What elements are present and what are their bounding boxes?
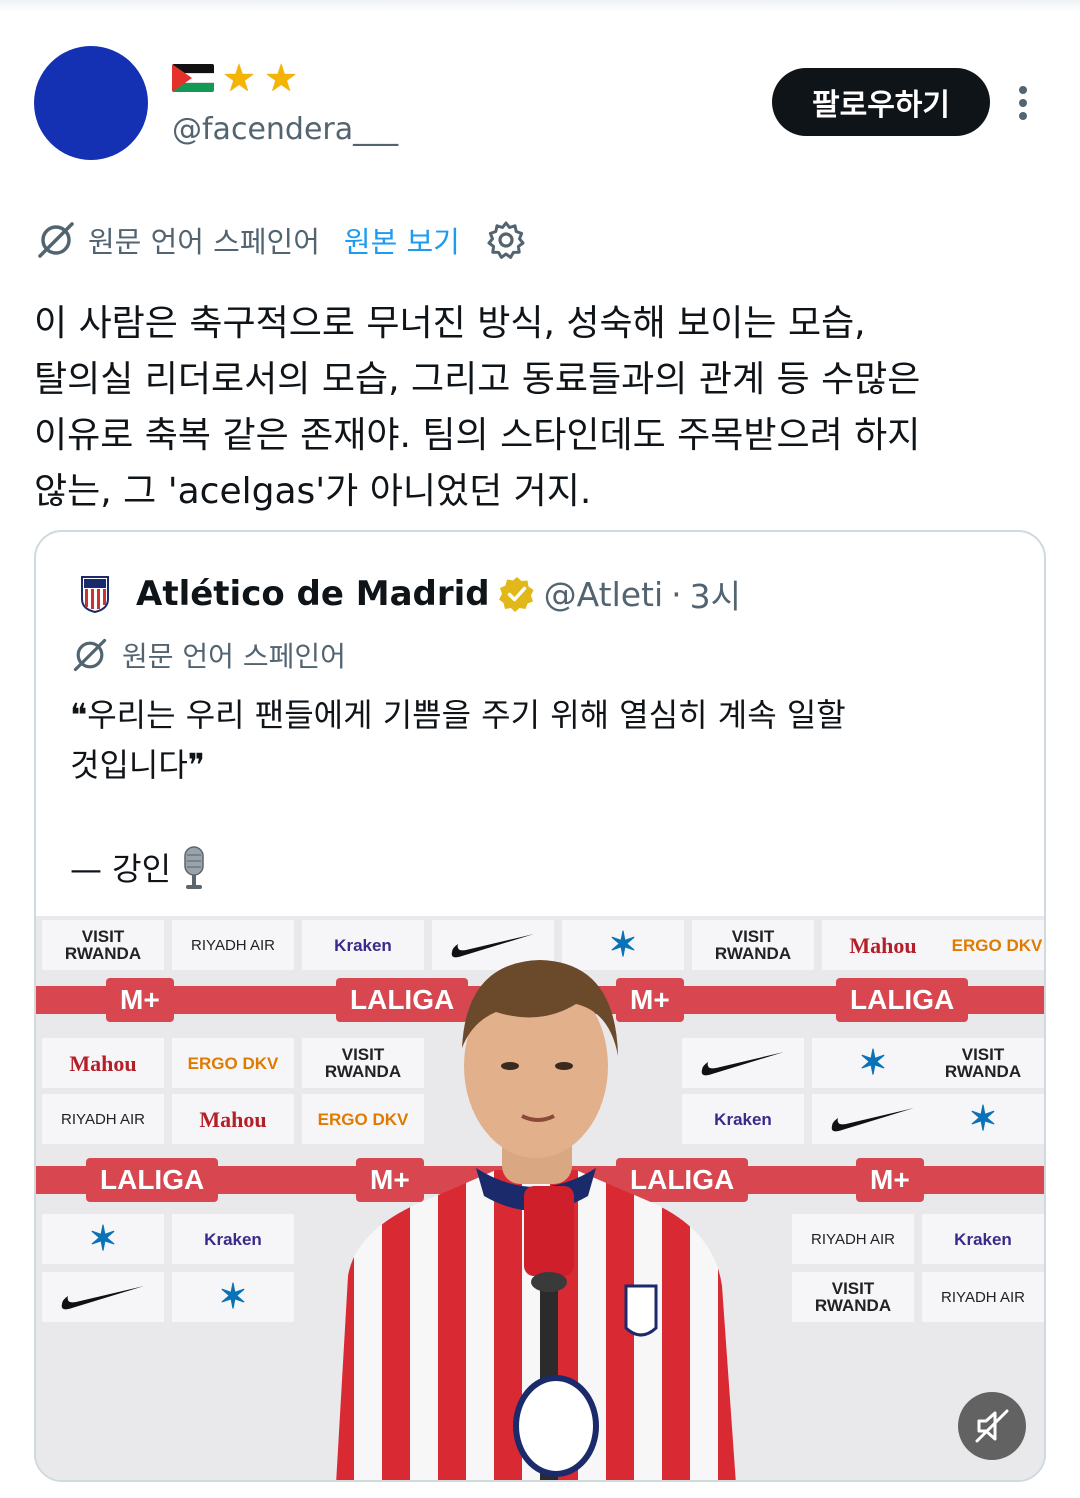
sponsor-tile: RIYADH AIR: [172, 920, 294, 970]
quoted-header: Atlético de Madrid @Atleti · 3시: [80, 570, 741, 618]
translation-label: 원문 언어 스페인어: [88, 225, 320, 259]
sponsor-tile: ✶: [812, 1038, 934, 1088]
sponsor-tile: ERGO DKV: [172, 1038, 294, 1088]
star-icon: ★: [264, 56, 299, 100]
palestine-flag-icon: [172, 64, 214, 92]
tweet-line: 탈의실 리더로서의 모습, 그리고 동료들과의 관계 등 수많은: [34, 359, 921, 400]
translate-icon: [73, 638, 107, 672]
mute-icon: [975, 1409, 1009, 1443]
band-logo: LALIGA: [86, 1158, 219, 1202]
star-icon: ★: [222, 56, 257, 100]
verified-badge-icon: [498, 577, 534, 612]
quoted-tweet-card[interactable]: Atlético de Madrid @Atleti · 3시 원문 언어 스페…: [34, 530, 1046, 1482]
sponsor-tile: [812, 1094, 934, 1144]
tweet-line: 이유로 축복 같은 존재야. 팀의 스타인데도 주목받으려 하지: [34, 415, 921, 456]
band-logo: M+: [106, 978, 174, 1022]
sponsor-tile: ERGO DKV: [936, 920, 1044, 970]
sponsor-tile: [42, 1272, 164, 1322]
quoted-translation-bar: 원문 언어 스페인어: [70, 632, 346, 678]
sponsor-tile: RIYADH AIR: [922, 1272, 1044, 1322]
translation-bar: 원문 언어 스페인어 원본 보기: [34, 214, 526, 266]
quoted-timestamp: 3시: [689, 577, 742, 616]
sponsor-tile: RIYADH AIR: [42, 1094, 164, 1144]
sponsor-tile: Mahou: [822, 920, 944, 970]
sponsor-tile: VISIT RWANDA: [922, 1038, 1044, 1088]
author-handle[interactable]: @facendera___: [172, 112, 398, 147]
band-logo: M+: [856, 1158, 924, 1202]
sponsor-tile: ✶: [42, 1214, 164, 1264]
tweet-line: 이 사람은 축구적으로 무너진 방식, 성숙해 보이는 모습,: [34, 303, 866, 344]
atletico-crest-icon: [81, 576, 109, 613]
sponsor-tile: ✶: [922, 1094, 1044, 1144]
sponsor-tile: ✶: [172, 1272, 294, 1322]
quoted-author-name: Atlético de Madrid: [136, 574, 490, 614]
sponsor-tile: VISIT RWANDA: [792, 1272, 914, 1322]
top-divider: [0, 0, 1080, 12]
mute-button[interactable]: [958, 1392, 1026, 1460]
player-figure: [336, 960, 736, 1480]
translate-icon: [38, 222, 74, 258]
follow-button[interactable]: 팔로우하기: [772, 68, 990, 136]
microphone-icon: [184, 846, 204, 889]
translation-label: 원문 언어 스페인어: [122, 640, 346, 673]
more-options-icon[interactable]: [1008, 82, 1038, 124]
display-name[interactable]: ★ ★: [172, 58, 298, 98]
video-thumbnail[interactable]: VISIT RWANDA RIYADH AIR Kraken ✶ VISIT R…: [36, 916, 1044, 1480]
quoted-attribution: — 강인: [70, 844, 207, 894]
band-logo: LALIGA: [836, 978, 969, 1022]
show-original-link[interactable]: 원본 보기: [344, 219, 460, 261]
quoted-line: ❝우리는 우리 팬들에게 기쁨을 주기 위해 열심히 계속 일할: [70, 696, 846, 734]
quoted-author-handle: @Atleti: [543, 574, 664, 614]
sponsor-tile: Mahou: [172, 1094, 294, 1144]
sponsor-tile: RIYADH AIR: [792, 1214, 914, 1264]
sponsor-tile: Kraken: [172, 1214, 294, 1264]
quoted-text: ❝우리는 우리 팬들에게 기쁨을 주기 위해 열심히 계속 일할 것입니다❞: [70, 690, 1030, 790]
sponsor-tile: Mahou: [42, 1038, 164, 1088]
sponsor-tile: Kraken: [922, 1214, 1044, 1264]
quoted-line: 것입니다❞: [70, 746, 205, 784]
tweet-text: 이 사람은 축구적으로 무너진 방식, 성숙해 보이는 모습, 탈의실 리더로서…: [34, 296, 1044, 520]
attribution-text: — 강인: [70, 850, 172, 888]
sponsor-tile: VISIT RWANDA: [42, 920, 164, 970]
tweet-line: 않는, 그 'acelgas'가 아니었던 거지.: [34, 471, 592, 512]
gear-icon[interactable]: [486, 220, 526, 260]
separator-dot: ·: [671, 574, 682, 614]
avatar[interactable]: [34, 46, 148, 160]
